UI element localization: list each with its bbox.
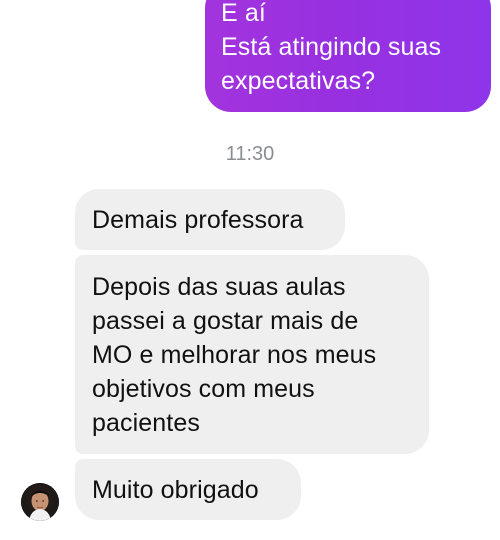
received-message-2-line-1: Depois das suas aulas: [92, 273, 346, 301]
received-message-2-line-3: MO e melhorar nos meus: [92, 341, 377, 369]
received-message-2-line-5: pacientes: [92, 409, 200, 437]
received-message-bubble-2[interactable]: Depois das suas aulas passei a gostar ma…: [75, 255, 429, 454]
message-timestamp: 11:30: [225, 143, 275, 165]
received-message-1-line-1: Demais professora: [92, 206, 304, 234]
sent-message-bubble[interactable]: E aí Está atingindo suas expectativas?: [205, 0, 491, 112]
avatar[interactable]: [21, 483, 59, 521]
sent-message-line-3: expectativas?: [221, 67, 376, 95]
sent-message-line-1: E aí: [221, 0, 266, 27]
received-message-bubble-1[interactable]: Demais professora: [75, 189, 345, 250]
chat-thread: E aí Está atingindo suas expectativas? 1…: [0, 0, 500, 540]
user-avatar-icon: [21, 483, 59, 521]
received-message-bubble-3[interactable]: Muito obrigado: [75, 459, 301, 520]
sent-message-line-2: Está atingindo suas: [221, 33, 442, 61]
received-message-3-line-1: Muito obrigado: [92, 476, 259, 504]
received-message-2-line-2: passei a gostar mais de: [92, 307, 359, 335]
received-message-2-line-4: objetivos com meus: [92, 375, 315, 403]
